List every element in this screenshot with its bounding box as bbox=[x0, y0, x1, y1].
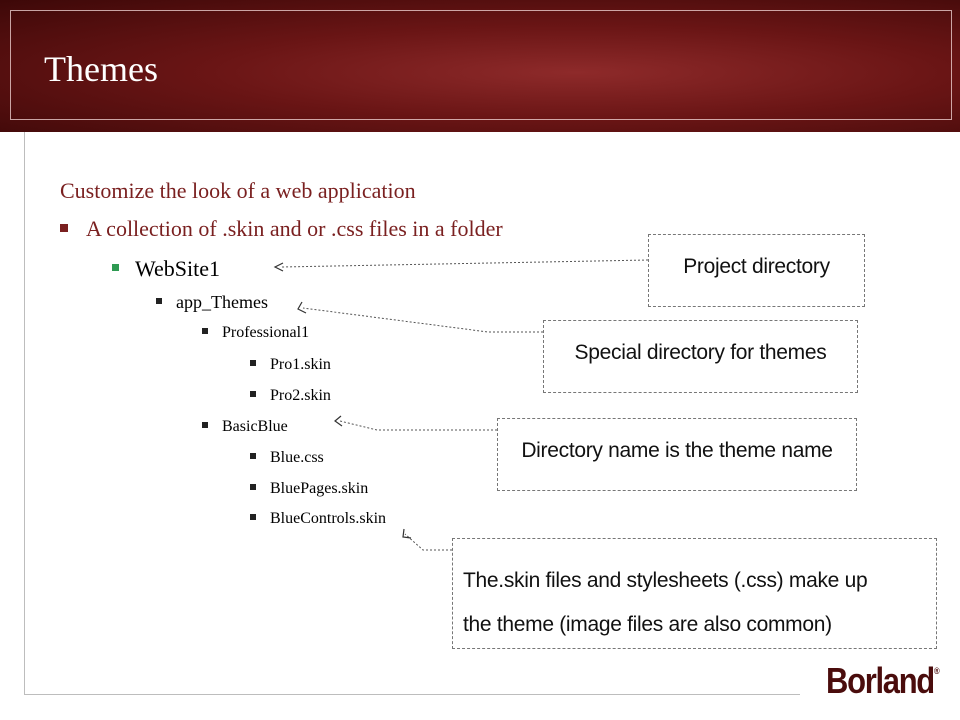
arrowhead-icon bbox=[402, 528, 412, 539]
callout-special-directory: Special directory for themes bbox=[543, 320, 858, 393]
arrowhead-icon bbox=[297, 301, 307, 314]
connector-line bbox=[404, 533, 452, 551]
connector-line bbox=[281, 259, 649, 268]
callout-text-line2: the theme (image files are also common) bbox=[463, 613, 832, 636]
callout-text: Special directory for themes bbox=[574, 341, 827, 364]
callout-text: Project directory bbox=[683, 255, 830, 278]
connector-line bbox=[302, 307, 543, 333]
callout-project-directory: Project directory bbox=[648, 234, 865, 307]
arrowhead-icon bbox=[273, 262, 284, 272]
connector-line bbox=[339, 420, 497, 431]
logo-text: Borland bbox=[826, 660, 935, 701]
callout-skin-files: The.skin files and stylesheets (.css) ma… bbox=[452, 538, 937, 649]
registered-mark: ® bbox=[933, 666, 940, 676]
callout-text-line1: The.skin files and stylesheets (.css) ma… bbox=[463, 569, 868, 592]
callout-text: Directory name is the theme name bbox=[521, 439, 833, 462]
borland-logo: Borland® bbox=[826, 660, 940, 702]
callout-theme-name: Directory name is the theme name bbox=[497, 418, 857, 491]
